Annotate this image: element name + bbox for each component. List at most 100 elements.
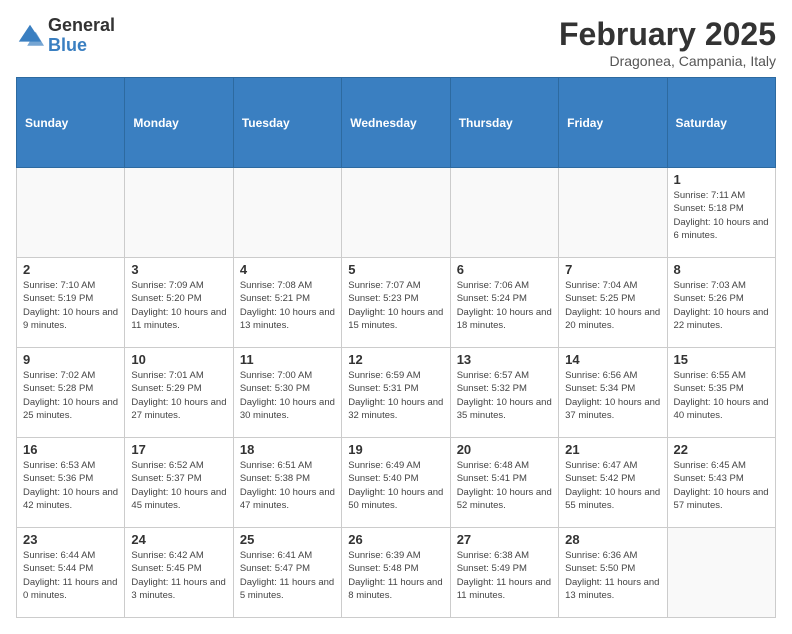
calendar-cell: 22 Sunrise: 6:45 AM Sunset: 5:43 PM Dayli… bbox=[667, 438, 775, 528]
title-block: February 2025 Dragonea, Campania, Italy bbox=[559, 16, 776, 69]
day-number: 10 bbox=[131, 352, 226, 367]
calendar-cell: 24Sunrise: 6:42 AM Sunset: 5:45 PM Dayli… bbox=[125, 528, 233, 618]
day-info: Sunrise: 6:41 AM Sunset: 5:47 PM Dayligh… bbox=[240, 549, 335, 602]
calendar-cell bbox=[559, 168, 667, 258]
calendar-header-row: Sunday Monday Tuesday Wednesday Thursday… bbox=[17, 78, 776, 168]
day-info: Sunrise: 7:03 AM Sunset: 5:26 PM Dayligh… bbox=[674, 279, 769, 332]
calendar-cell: 15 Sunrise: 6:55 AM Sunset: 5:35 PM Dayli… bbox=[667, 348, 775, 438]
calendar-table: Sunday Monday Tuesday Wednesday Thursday… bbox=[16, 77, 776, 618]
day-number: 11 bbox=[240, 352, 335, 367]
day-info: Sunrise: 6:38 AM Sunset: 5:49 PM Dayligh… bbox=[457, 549, 552, 602]
calendar-cell: 20 Sunrise: 6:48 AM Sunset: 5:41 PM Dayli… bbox=[450, 438, 558, 528]
calendar-cell: 10 Sunrise: 7:01 AM Sunset: 5:29 PM Dayli… bbox=[125, 348, 233, 438]
day-info: Sunrise: 6:57 AM Sunset: 5:32 PM Dayligh… bbox=[457, 369, 552, 422]
logo-icon bbox=[16, 22, 44, 50]
day-info: Sunrise: 6:55 AM Sunset: 5:35 PM Dayligh… bbox=[674, 369, 769, 422]
calendar-cell: 2 Sunrise: 7:10 AM Sunset: 5:19 PM Daylig… bbox=[17, 258, 125, 348]
day-info: Sunrise: 7:07 AM Sunset: 5:23 PM Dayligh… bbox=[348, 279, 443, 332]
day-number: 14 bbox=[565, 352, 660, 367]
day-info: Sunrise: 6:36 AM Sunset: 5:50 PM Dayligh… bbox=[565, 549, 660, 602]
day-number: 8 bbox=[674, 262, 769, 277]
day-number: 19 bbox=[348, 442, 443, 457]
day-number: 6 bbox=[457, 262, 552, 277]
day-info: Sunrise: 7:00 AM Sunset: 5:30 PM Dayligh… bbox=[240, 369, 335, 422]
calendar-week-4: 16Sunrise: 6:53 AM Sunset: 5:36 PM Dayli… bbox=[17, 438, 776, 528]
calendar-cell: 18 Sunrise: 6:51 AM Sunset: 5:38 PM Dayli… bbox=[233, 438, 341, 528]
calendar-cell: 26 Sunrise: 6:39 AM Sunset: 5:48 PM Dayli… bbox=[342, 528, 450, 618]
day-number: 7 bbox=[565, 262, 660, 277]
calendar-cell: 6 Sunrise: 7:06 AM Sunset: 5:24 PM Daylig… bbox=[450, 258, 558, 348]
logo: General Blue bbox=[16, 16, 115, 56]
calendar-cell: 3 Sunrise: 7:09 AM Sunset: 5:20 PM Daylig… bbox=[125, 258, 233, 348]
day-info: Sunrise: 6:56 AM Sunset: 5:34 PM Dayligh… bbox=[565, 369, 660, 422]
day-info: Sunrise: 7:06 AM Sunset: 5:24 PM Dayligh… bbox=[457, 279, 552, 332]
day-number: 22 bbox=[674, 442, 769, 457]
page-header: General Blue February 2025 Dragonea, Cam… bbox=[16, 16, 776, 69]
calendar-cell bbox=[342, 168, 450, 258]
calendar-cell: 28 Sunrise: 6:36 AM Sunset: 5:50 PM Dayli… bbox=[559, 528, 667, 618]
day-info: Sunrise: 6:45 AM Sunset: 5:43 PM Dayligh… bbox=[674, 459, 769, 512]
day-info: Sunrise: 6:51 AM Sunset: 5:38 PM Dayligh… bbox=[240, 459, 335, 512]
month-title: February 2025 bbox=[559, 16, 776, 53]
day-info: Sunrise: 7:01 AM Sunset: 5:29 PM Dayligh… bbox=[131, 369, 226, 422]
calendar-cell: 12 Sunrise: 6:59 AM Sunset: 5:31 PM Dayli… bbox=[342, 348, 450, 438]
day-info: Sunrise: 6:59 AM Sunset: 5:31 PM Dayligh… bbox=[348, 369, 443, 422]
logo-general-text: General bbox=[48, 15, 115, 35]
day-number: 4 bbox=[240, 262, 335, 277]
calendar-cell: 17Sunrise: 6:52 AM Sunset: 5:37 PM Dayli… bbox=[125, 438, 233, 528]
col-wednesday: Wednesday bbox=[342, 78, 450, 168]
day-info: Sunrise: 7:04 AM Sunset: 5:25 PM Dayligh… bbox=[565, 279, 660, 332]
calendar-week-1: 1 Sunrise: 7:11 AM Sunset: 5:18 PM Daylig… bbox=[17, 168, 776, 258]
day-number: 2 bbox=[23, 262, 118, 277]
day-info: Sunrise: 6:44 AM Sunset: 5:44 PM Dayligh… bbox=[23, 549, 118, 602]
calendar-cell: 9 Sunrise: 7:02 AM Sunset: 5:28 PM Daylig… bbox=[17, 348, 125, 438]
calendar-cell: 8 Sunrise: 7:03 AM Sunset: 5:26 PM Daylig… bbox=[667, 258, 775, 348]
day-number: 28 bbox=[565, 532, 660, 547]
calendar-cell: 11 Sunrise: 7:00 AM Sunset: 5:30 PM Dayli… bbox=[233, 348, 341, 438]
day-number: 12 bbox=[348, 352, 443, 367]
day-number: 18 bbox=[240, 442, 335, 457]
day-number: 26 bbox=[348, 532, 443, 547]
day-info: Sunrise: 7:10 AM Sunset: 5:19 PM Dayligh… bbox=[23, 279, 118, 332]
calendar-cell: 14 Sunrise: 6:56 AM Sunset: 5:34 PM Dayli… bbox=[559, 348, 667, 438]
day-info: Sunrise: 6:49 AM Sunset: 5:40 PM Dayligh… bbox=[348, 459, 443, 512]
day-number: 15 bbox=[674, 352, 769, 367]
col-friday: Friday bbox=[559, 78, 667, 168]
location-subtitle: Dragonea, Campania, Italy bbox=[559, 53, 776, 69]
calendar-cell: 19 Sunrise: 6:49 AM Sunset: 5:40 PM Dayli… bbox=[342, 438, 450, 528]
calendar-cell: 16Sunrise: 6:53 AM Sunset: 5:36 PM Dayli… bbox=[17, 438, 125, 528]
day-number: 17 bbox=[131, 442, 226, 457]
logo-blue-text: Blue bbox=[48, 35, 87, 55]
day-info: Sunrise: 6:48 AM Sunset: 5:41 PM Dayligh… bbox=[457, 459, 552, 512]
calendar-cell bbox=[125, 168, 233, 258]
col-monday: Monday bbox=[125, 78, 233, 168]
day-info: Sunrise: 7:11 AM Sunset: 5:18 PM Dayligh… bbox=[674, 189, 769, 242]
day-number: 3 bbox=[131, 262, 226, 277]
calendar-cell: 21 Sunrise: 6:47 AM Sunset: 5:42 PM Dayli… bbox=[559, 438, 667, 528]
day-number: 1 bbox=[674, 172, 769, 187]
col-sunday: Sunday bbox=[17, 78, 125, 168]
calendar-cell: 1 Sunrise: 7:11 AM Sunset: 5:18 PM Daylig… bbox=[667, 168, 775, 258]
calendar-cell bbox=[667, 528, 775, 618]
day-number: 9 bbox=[23, 352, 118, 367]
day-number: 20 bbox=[457, 442, 552, 457]
day-info: Sunrise: 7:09 AM Sunset: 5:20 PM Dayligh… bbox=[131, 279, 226, 332]
calendar-cell: 4 Sunrise: 7:08 AM Sunset: 5:21 PM Daylig… bbox=[233, 258, 341, 348]
day-info: Sunrise: 6:47 AM Sunset: 5:42 PM Dayligh… bbox=[565, 459, 660, 512]
day-number: 23 bbox=[23, 532, 118, 547]
day-number: 5 bbox=[348, 262, 443, 277]
day-number: 27 bbox=[457, 532, 552, 547]
day-info: Sunrise: 7:02 AM Sunset: 5:28 PM Dayligh… bbox=[23, 369, 118, 422]
calendar-cell bbox=[17, 168, 125, 258]
day-info: Sunrise: 7:08 AM Sunset: 5:21 PM Dayligh… bbox=[240, 279, 335, 332]
day-number: 13 bbox=[457, 352, 552, 367]
calendar-cell: 27 Sunrise: 6:38 AM Sunset: 5:49 PM Dayli… bbox=[450, 528, 558, 618]
day-info: Sunrise: 6:39 AM Sunset: 5:48 PM Dayligh… bbox=[348, 549, 443, 602]
calendar-week-3: 9 Sunrise: 7:02 AM Sunset: 5:28 PM Daylig… bbox=[17, 348, 776, 438]
calendar-cell: 23 Sunrise: 6:44 AM Sunset: 5:44 PM Dayli… bbox=[17, 528, 125, 618]
calendar-cell: 13 Sunrise: 6:57 AM Sunset: 5:32 PM Dayli… bbox=[450, 348, 558, 438]
col-saturday: Saturday bbox=[667, 78, 775, 168]
calendar-week-2: 2 Sunrise: 7:10 AM Sunset: 5:19 PM Daylig… bbox=[17, 258, 776, 348]
calendar-week-5: 23 Sunrise: 6:44 AM Sunset: 5:44 PM Dayli… bbox=[17, 528, 776, 618]
day-number: 21 bbox=[565, 442, 660, 457]
